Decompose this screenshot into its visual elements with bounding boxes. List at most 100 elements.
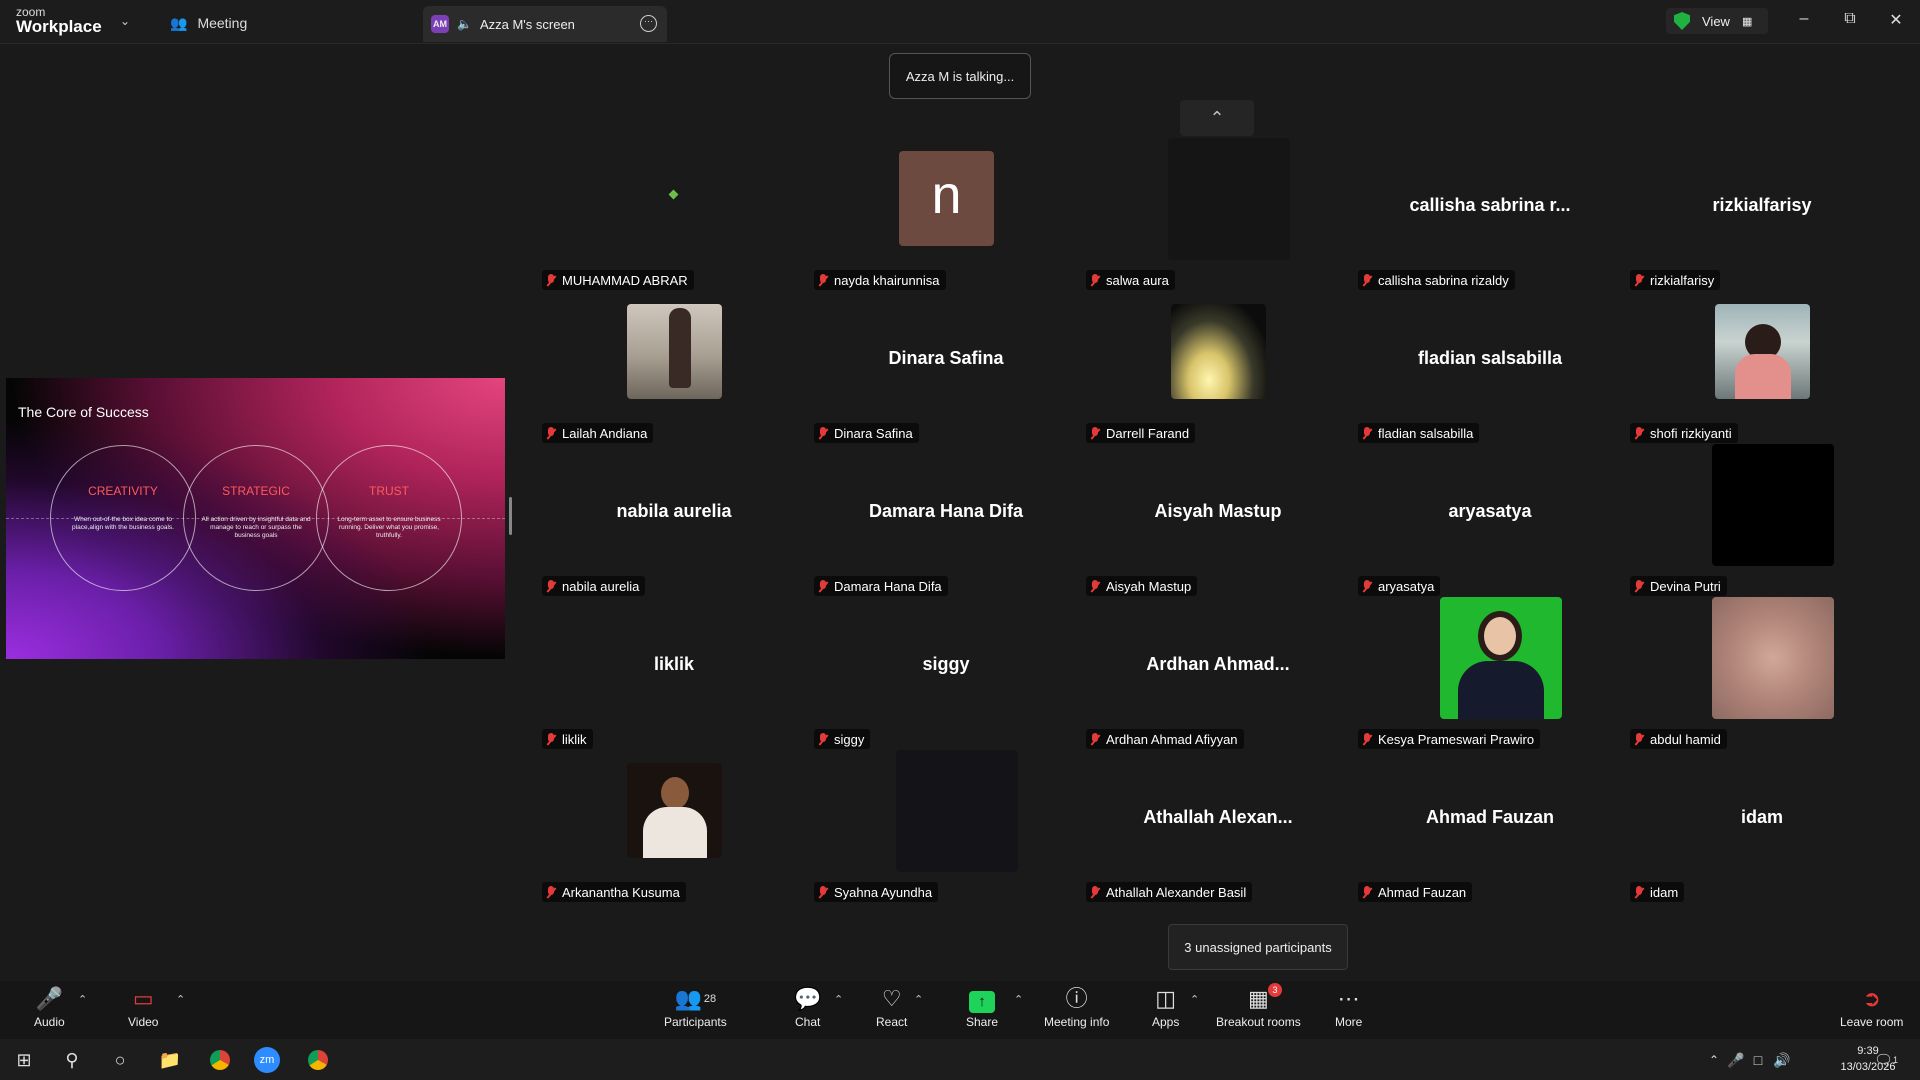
react-options-caret[interactable]: ⌃ [914, 993, 923, 1006]
participant-tile[interactable]: Dinara Safina Dinara Safina [810, 288, 1082, 443]
video-feed [1168, 138, 1290, 260]
mic-muted-icon [1090, 579, 1100, 593]
participant-tile[interactable]: aryasatya aryasatya [1354, 441, 1626, 596]
volume-icon[interactable]: 🔊 [1768, 1046, 1796, 1074]
mic-muted-icon [1090, 885, 1100, 899]
chat-options-caret[interactable]: ⌃ [834, 993, 843, 1006]
participant-name: Devina Putri [1650, 578, 1721, 594]
participant-tile[interactable]: rizkialfarisy rizkialfarisy [1626, 135, 1898, 290]
participant-tile[interactable]: Ardhan Ahmad... Ardhan Ahmad Afiyyan [1082, 594, 1354, 749]
participant-display-name: siggy [922, 654, 970, 674]
leave-room-button[interactable]: ➲ Leave room [1840, 986, 1903, 1030]
participant-tile[interactable]: abdul hamid [1626, 594, 1898, 749]
participant-tile[interactable]: Darrell Farand [1082, 288, 1354, 443]
participant-tile[interactable]: Kesya Prameswari Prawiro [1354, 594, 1626, 749]
mic-muted-icon [1090, 732, 1100, 746]
participant-tile[interactable]: Aisyah Mastup Aisyah Mastup [1082, 441, 1354, 596]
chevron-down-icon[interactable]: ⌄ [120, 14, 130, 28]
file-explorer-icon[interactable]: 📁 [156, 1046, 184, 1074]
participant-tile[interactable]: nabila aurelia nabila aurelia [538, 441, 810, 596]
video-feed [627, 763, 722, 858]
participant-tile[interactable]: Syahna Ayundha [810, 747, 1082, 902]
participant-tile[interactable]: liklik liklik [538, 594, 810, 749]
people-icon: 👥 [170, 14, 188, 31]
participants-button[interactable]: 👥 28 Participants [664, 986, 727, 1030]
participant-label: MUHAMMAD ABRAR [542, 270, 694, 290]
close-icon[interactable]: ✕ [1886, 10, 1906, 30]
participant-tile[interactable]: n nayda khairunnisa [810, 135, 1082, 290]
participant-display-name: callisha sabrina r... [1409, 195, 1571, 215]
participant-tile[interactable]: idam idam [1626, 747, 1898, 902]
shared-screen-view[interactable]: The Core of Success CREATIVITY When out-… [6, 378, 505, 659]
active-speaker-badge: Azza M is talking... [889, 53, 1031, 99]
participant-label: callisha sabrina rizaldy [1358, 270, 1515, 290]
video-button[interactable]: ▭ Video [128, 986, 158, 1030]
apps-label: Apps [1152, 1015, 1180, 1029]
participant-tile[interactable]: Athallah Alexan... Athallah Alexander Ba… [1082, 747, 1354, 902]
scroll-up-button[interactable]: ⌃ [1180, 100, 1254, 136]
mic-muted-icon [1634, 579, 1644, 593]
share-screen-icon: ↑ [969, 991, 996, 1013]
video-feed [1712, 597, 1834, 719]
search-icon[interactable]: ⚲ [58, 1046, 86, 1074]
audio-button[interactable]: 🎤 Audio [34, 987, 65, 1030]
minimize-icon[interactable]: – [1794, 10, 1814, 28]
share-button[interactable]: ↑ Share [966, 987, 998, 1029]
audio-label: Audio [34, 1015, 65, 1029]
video-options-caret[interactable]: ⌃ [176, 993, 185, 1006]
apps-options-caret[interactable]: ⌃ [1190, 993, 1199, 1006]
participant-tile[interactable]: siggy siggy [810, 594, 1082, 749]
resize-handle[interactable] [509, 497, 512, 535]
task-view-icon[interactable]: ○ [106, 1046, 134, 1074]
meeting-info-button[interactable]: ⓘ Meeting info [1044, 987, 1109, 1030]
apps-button[interactable]: ◫ Apps [1152, 987, 1180, 1030]
participant-tile[interactable]: Arkanantha Kusuma [538, 747, 810, 902]
participant-label: nabila aurelia [542, 576, 646, 596]
participant-name: shofi rizkiyanti [1650, 425, 1732, 441]
slide-title: The Core of Success [18, 404, 149, 420]
slide-circle-strategic: STRATEGIC All action driven by insightfu… [183, 445, 329, 591]
participant-tile[interactable]: Ahmad Fauzan Ahmad Fauzan [1354, 747, 1626, 902]
participant-name: Ahmad Fauzan [1378, 884, 1467, 900]
participant-label: Syahna Ayundha [814, 882, 939, 902]
participant-tile[interactable]: shofi rizkiyanti [1626, 288, 1898, 443]
participant-tile[interactable]: Damara Hana Difa Damara Hana Difa [810, 441, 1082, 596]
more-options-icon[interactable]: ⋯ [640, 15, 657, 32]
mic-muted-icon [1362, 732, 1372, 746]
participant-tile[interactable]: fladian salsabilla fladian salsabilla [1354, 288, 1626, 443]
participant-name: Lailah Andiana [562, 425, 648, 441]
breakout-badge: 3 [1267, 983, 1282, 997]
participant-name: MUHAMMAD ABRAR [562, 272, 688, 288]
slide-item-desc: All action driven by insightful data and… [201, 516, 311, 539]
participant-tile[interactable]: callisha sabrina r... callisha sabrina r… [1354, 135, 1626, 290]
restore-icon[interactable]: ⧉ [1840, 10, 1860, 28]
participant-tile[interactable]: Lailah Andiana [538, 288, 810, 443]
tab-meeting[interactable]: 👥 Meeting [170, 10, 247, 36]
slide-item-desc: Long-term asset to ensure business runni… [337, 516, 441, 539]
participant-tile[interactable]: MUHAMMAD ABRAR [538, 135, 810, 290]
participant-label: rizkialfarisy [1630, 270, 1721, 290]
participant-label: Dinara Safina [814, 423, 919, 443]
chrome-alt-icon[interactable] [304, 1046, 332, 1074]
participants-icon: 👥 28 [674, 986, 717, 1011]
audio-options-caret[interactable]: ⌃ [78, 993, 87, 1006]
participant-tile[interactable]: salwa aura [1082, 135, 1354, 290]
zoom-app-icon[interactable]: zm [254, 1047, 280, 1073]
video-feed [627, 304, 722, 399]
logo-bottom-text: Workplace [16, 17, 102, 36]
exit-icon: ➲ [1862, 986, 1881, 1011]
video-off-icon: ▭ [132, 986, 154, 1011]
participant-display-name: Ardhan Ahmad... [1146, 654, 1290, 674]
participant-tile[interactable]: Devina Putri [1626, 441, 1898, 596]
more-button[interactable]: ⋯ More [1335, 987, 1362, 1030]
chat-button[interactable]: 💬 Chat [794, 987, 821, 1030]
view-button[interactable]: View ▦ [1666, 8, 1768, 34]
share-options-caret[interactable]: ⌃ [1014, 993, 1023, 1006]
chrome-icon[interactable] [206, 1046, 234, 1074]
breakout-rooms-button[interactable]: ▦ 3 Breakout rooms [1216, 983, 1301, 1029]
react-button[interactable]: ♡ React [876, 986, 907, 1030]
tab-shared-screen[interactable]: AM 🔈 Azza M's screen ⋯ [423, 6, 667, 42]
notification-icon[interactable]: 🗨 1 [1872, 1046, 1900, 1074]
heart-icon: ♡ [881, 986, 902, 1011]
windows-start-icon[interactable]: ⊞ [10, 1046, 38, 1074]
